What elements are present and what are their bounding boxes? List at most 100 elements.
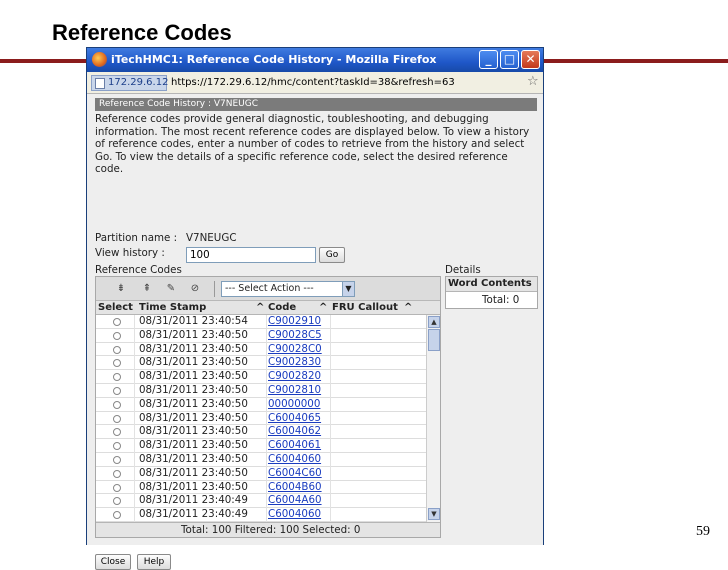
window-titlebar[interactable]: iTechHMC1: Reference Code History - Mozi…: [87, 48, 543, 72]
row-select-radio[interactable]: [113, 497, 121, 506]
select-action-label: --- Select Action ---: [225, 283, 314, 294]
row-code-link[interactable]: 00000000: [268, 398, 320, 410]
minimize-button[interactable]: _: [479, 50, 498, 69]
details-column-contents: Contents: [481, 278, 532, 289]
row-timestamp: 08/31/2011 23:40:50: [139, 384, 248, 396]
close-button[interactable]: Close: [95, 554, 131, 570]
row-code-link[interactable]: C6004A60: [268, 494, 322, 506]
row-select-radio[interactable]: [113, 414, 121, 423]
row-code-link[interactable]: C90028C5: [268, 329, 322, 341]
column-timestamp[interactable]: Time Stamp: [139, 302, 206, 313]
maximize-button[interactable]: □: [500, 50, 519, 69]
table-row[interactable]: 08/31/2011 23:40:50 C6004C60: [96, 466, 426, 481]
row-select-radio[interactable]: [113, 442, 121, 451]
table-scrollbar[interactable]: ▲ ▼: [426, 315, 440, 522]
table-row[interactable]: 08/31/2011 23:40:50 C90028C0: [96, 342, 426, 357]
scroll-up-icon[interactable]: ▲: [428, 316, 440, 328]
sort-fru-icon[interactable]: ^: [404, 302, 412, 313]
table-header: Select Time Stamp ^ Code ^ FRU Callout ^: [96, 301, 440, 315]
row-code-link[interactable]: C9002910: [268, 315, 321, 327]
page-number: 59: [696, 524, 710, 539]
row-timestamp: 08/31/2011 23:40:50: [139, 328, 248, 341]
row-code-link[interactable]: C90028C0: [268, 343, 322, 355]
column-divider: [266, 480, 267, 495]
column-select[interactable]: Select: [98, 302, 133, 313]
row-timestamp: 08/31/2011 23:40:54: [139, 315, 248, 327]
column-divider: [266, 411, 267, 426]
table-row[interactable]: 08/31/2011 23:40:50 C9002830: [96, 356, 426, 371]
row-select-radio[interactable]: [113, 469, 121, 478]
scroll-thumb[interactable]: [428, 329, 440, 351]
row-select-radio[interactable]: [113, 359, 121, 368]
firefox-icon: [92, 52, 107, 67]
column-divider: [330, 411, 331, 426]
page-content: Reference Code History : V7NEUGC Referen…: [87, 94, 543, 570]
row-code-link[interactable]: C6004060: [268, 508, 321, 520]
row-code-link[interactable]: C6004C60: [268, 467, 322, 479]
row-code-link[interactable]: C6004062: [268, 425, 321, 437]
row-code-link[interactable]: C6004061: [268, 439, 321, 451]
sort-timestamp-icon[interactable]: ^: [256, 302, 264, 313]
scroll-down-icon[interactable]: ▼: [428, 508, 440, 520]
column-divider: [266, 508, 267, 522]
row-code-link[interactable]: C9002830: [268, 356, 321, 368]
column-code[interactable]: Code: [268, 302, 296, 313]
row-code-link[interactable]: C6004065: [268, 412, 321, 424]
row-timestamp: 08/31/2011 23:40:50: [139, 439, 248, 452]
row-select-radio[interactable]: [113, 345, 121, 354]
go-button[interactable]: Go: [319, 247, 345, 263]
table-row[interactable]: 08/31/2011 23:40:54 C9002910: [96, 315, 426, 329]
table-row[interactable]: 08/31/2011 23:40:50 C6004061: [96, 439, 426, 453]
table-row[interactable]: 08/31/2011 23:40:50 C9002820: [96, 370, 426, 384]
close-window-button[interactable]: ✕: [521, 50, 540, 69]
select-all-icon[interactable]: ⇟: [114, 282, 128, 296]
column-divider: [134, 466, 135, 481]
column-divider: [330, 466, 331, 481]
column-divider: [266, 453, 267, 467]
help-button[interactable]: Help: [137, 554, 171, 570]
row-code-link[interactable]: C9002820: [268, 370, 321, 382]
row-select-radio[interactable]: [113, 400, 121, 409]
column-fru-callout[interactable]: FRU Callout: [332, 302, 398, 313]
column-divider: [266, 425, 267, 440]
edit-sort-icon[interactable]: ✎: [164, 282, 178, 296]
partition-name-value: V7NEUGC: [186, 232, 237, 244]
table-row[interactable]: 08/31/2011 23:40:50 C6004060: [96, 453, 426, 467]
table-row[interactable]: 08/31/2011 23:40:50 C6004065: [96, 411, 426, 426]
table-row[interactable]: 08/31/2011 23:40:50 C6004B60: [96, 480, 426, 495]
view-history-input[interactable]: [186, 247, 316, 263]
sort-code-icon[interactable]: ^: [319, 302, 327, 313]
table-row[interactable]: 08/31/2011 23:40:49 C6004A60: [96, 494, 426, 509]
table-row[interactable]: 08/31/2011 23:40:50 C6004062: [96, 425, 426, 440]
bookmark-star-icon[interactable]: ☆: [527, 74, 539, 89]
row-timestamp: 08/31/2011 23:40:50: [139, 370, 248, 383]
select-action-dropdown[interactable]: --- Select Action --- ▼: [221, 281, 355, 297]
url-field[interactable]: https://172.29.6.12/hmc/content?taskId=3…: [171, 75, 525, 91]
filter-icon[interactable]: ⊘: [188, 282, 202, 296]
row-select-radio[interactable]: [113, 318, 121, 326]
row-code-link[interactable]: C6004060: [268, 453, 321, 465]
row-select-radio[interactable]: [113, 511, 121, 520]
table-row[interactable]: 08/31/2011 23:40:49 C6004060: [96, 508, 426, 522]
row-select-radio[interactable]: [113, 387, 121, 395]
column-divider: [134, 439, 135, 453]
window-title: iTechHMC1: Reference Code History - Mozi…: [111, 53, 437, 66]
row-select-radio[interactable]: [113, 456, 121, 464]
row-timestamp: 08/31/2011 23:40:50: [139, 397, 248, 410]
browser-window: iTechHMC1: Reference Code History - Mozi…: [86, 47, 544, 570]
row-code-link[interactable]: C6004B60: [268, 481, 322, 493]
row-select-radio[interactable]: [113, 331, 121, 340]
table-toolbar: ⇟ ⇞ ✎ ⊘ --- Select Action --- ▼: [96, 277, 440, 301]
row-select-radio[interactable]: [113, 373, 121, 382]
deselect-all-icon[interactable]: ⇞: [140, 282, 154, 296]
row-code-link[interactable]: C9002810: [268, 384, 321, 396]
chevron-down-icon: ▼: [342, 282, 354, 296]
table-row[interactable]: 08/31/2011 23:40:50 C9002810: [96, 384, 426, 398]
table-footer-summary: Total: 100 Filtered: 100 Selected: 0: [96, 522, 440, 537]
table-row[interactable]: 08/31/2011 23:40:50 00000000: [96, 397, 426, 412]
row-select-radio[interactable]: [113, 428, 121, 437]
site-identity-badge[interactable]: 172.29.6.12: [91, 75, 168, 91]
column-divider: [330, 494, 331, 509]
table-row[interactable]: 08/31/2011 23:40:50 C90028C5: [96, 328, 426, 343]
row-select-radio[interactable]: [113, 483, 121, 492]
